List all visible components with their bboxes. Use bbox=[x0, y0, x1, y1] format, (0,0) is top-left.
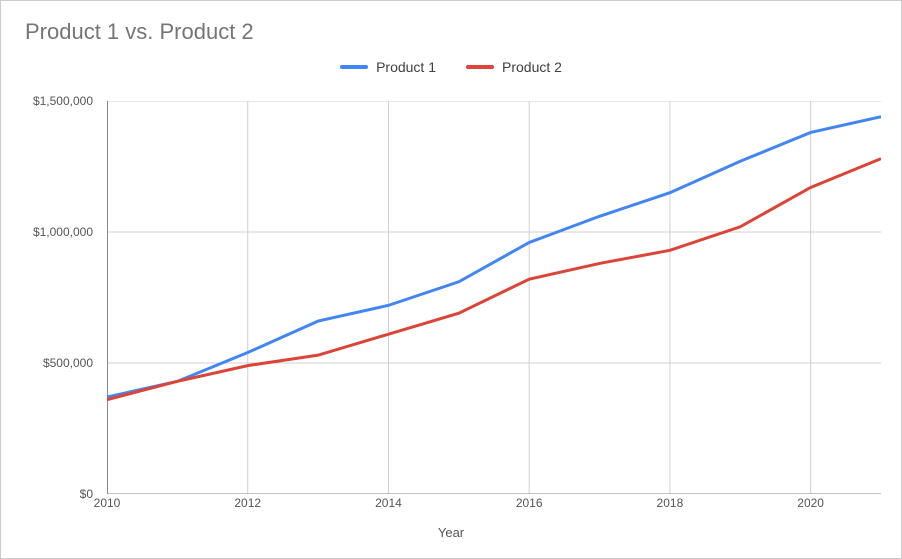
y-tick-label: $1,500,000 bbox=[33, 94, 93, 108]
x-tick-label: 2012 bbox=[234, 496, 261, 510]
legend-swatch-2 bbox=[466, 65, 494, 69]
y-tick-label: $500,000 bbox=[43, 356, 93, 370]
x-axis-title: Year bbox=[1, 525, 901, 540]
x-tick-label: 2018 bbox=[657, 496, 684, 510]
x-tick-label: 2010 bbox=[94, 496, 121, 510]
legend-swatch-1 bbox=[340, 65, 368, 69]
series-line bbox=[107, 117, 881, 397]
x-axis-labels: 201020122014201620182020 bbox=[107, 496, 881, 516]
plot-svg bbox=[107, 101, 881, 494]
plot-area bbox=[107, 101, 881, 494]
x-tick-label: 2016 bbox=[516, 496, 543, 510]
legend-item-product-2: Product 2 bbox=[466, 59, 562, 75]
plot-wrap: $0$500,000$1,000,000$1,500,000 201020122… bbox=[29, 101, 881, 494]
legend-label-2: Product 2 bbox=[502, 59, 562, 75]
chart-title: Product 1 vs. Product 2 bbox=[1, 1, 901, 45]
chart-container: Product 1 vs. Product 2 Product 1 Produc… bbox=[0, 0, 902, 559]
legend-item-product-1: Product 1 bbox=[340, 59, 436, 75]
y-tick-label: $1,000,000 bbox=[33, 225, 93, 239]
legend: Product 1 Product 2 bbox=[1, 59, 901, 75]
y-axis-labels: $0$500,000$1,000,000$1,500,000 bbox=[29, 101, 99, 494]
legend-label-1: Product 1 bbox=[376, 59, 436, 75]
x-tick-label: 2020 bbox=[797, 496, 824, 510]
y-tick-label: $0 bbox=[80, 487, 93, 501]
x-tick-label: 2014 bbox=[375, 496, 402, 510]
